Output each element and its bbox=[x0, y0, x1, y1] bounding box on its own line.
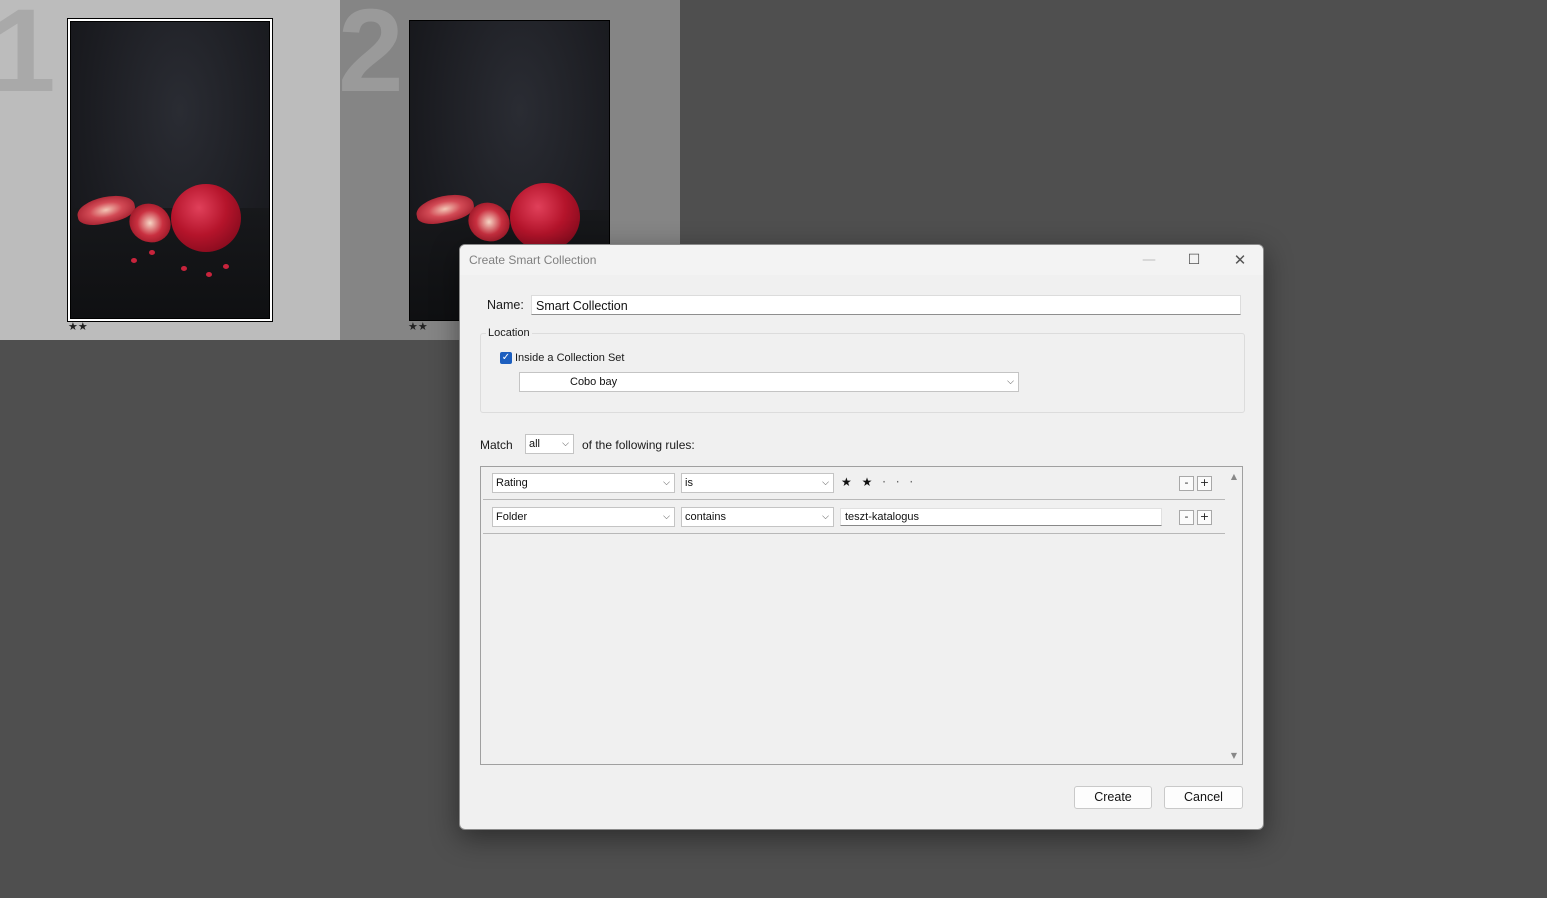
photo-thumbnail[interactable] bbox=[70, 21, 270, 319]
star-icon[interactable]: ★ ★ bbox=[841, 475, 875, 489]
chevron-down-icon: ⌵ bbox=[562, 439, 569, 449]
cell-index-number: 1 bbox=[0, 0, 56, 117]
add-rule-button[interactable]: + bbox=[1197, 476, 1212, 491]
seed bbox=[181, 266, 187, 271]
chevron-down-icon: ⌵ bbox=[822, 478, 829, 488]
chevron-down-icon: ⌵ bbox=[663, 478, 670, 488]
rule-row: Folder ⌵ contains ⌵ teszt-katalogus - + bbox=[483, 501, 1225, 534]
close-icon[interactable]: ✕ bbox=[1218, 248, 1262, 272]
remove-rule-button[interactable]: - bbox=[1179, 476, 1194, 491]
cancel-button[interactable]: Cancel bbox=[1164, 786, 1243, 809]
rule-field-value: Rating bbox=[496, 477, 528, 489]
seed bbox=[149, 250, 155, 255]
create-button[interactable]: Create bbox=[1074, 786, 1152, 809]
name-input[interactable]: Smart Collection bbox=[531, 295, 1241, 315]
chevron-down-icon: ⌵ bbox=[822, 512, 829, 522]
thumbnail-selection-frame bbox=[67, 18, 273, 322]
chevron-down-icon: ⌵ bbox=[1007, 377, 1014, 387]
collection-set-value: Cobo bay bbox=[570, 376, 618, 388]
rule-row: Rating ⌵ is ⌵ ★ ★ · · · - + bbox=[483, 467, 1225, 500]
rating-star-picker[interactable]: ★ ★ · · · bbox=[841, 475, 916, 489]
seed bbox=[131, 258, 137, 263]
pomegranate-whole bbox=[510, 183, 580, 251]
create-smart-collection-dialog: Create Smart Collection — ☐ ✕ Name: Smar… bbox=[459, 244, 1264, 830]
inside-collection-set-checkbox[interactable]: ✓ bbox=[500, 352, 512, 364]
pomegranate-whole bbox=[171, 184, 241, 252]
match-label: Match bbox=[480, 438, 513, 452]
remove-rule-button[interactable]: - bbox=[1179, 510, 1194, 525]
add-rule-button[interactable]: + bbox=[1197, 510, 1212, 525]
rating-stars[interactable]: ★★ bbox=[408, 320, 428, 333]
rule-value-input[interactable]: teszt-katalogus bbox=[840, 508, 1162, 526]
match-dropdown[interactable]: all ⌵ bbox=[525, 434, 574, 454]
empty-star-dots[interactable]: · · · bbox=[882, 475, 916, 489]
scroll-up-icon[interactable]: ▲ bbox=[1228, 472, 1240, 481]
rule-operator-value: is bbox=[685, 477, 693, 489]
grid-cell-1[interactable]: 1 ★★ bbox=[0, 0, 340, 340]
rule-operator-value: contains bbox=[685, 511, 726, 523]
location-legend: Location bbox=[486, 327, 532, 339]
inside-collection-set-label[interactable]: Inside a Collection Set bbox=[515, 352, 624, 364]
rule-field-dropdown[interactable]: Rating ⌵ bbox=[492, 473, 675, 493]
match-value: all bbox=[529, 438, 541, 450]
seed bbox=[206, 272, 212, 277]
seed bbox=[223, 264, 229, 269]
rule-operator-dropdown[interactable]: contains ⌵ bbox=[681, 507, 834, 527]
rule-operator-dropdown[interactable]: is ⌵ bbox=[681, 473, 834, 493]
name-label: Name: bbox=[487, 298, 524, 312]
rule-field-value: Folder bbox=[496, 511, 528, 523]
rating-stars[interactable]: ★★ bbox=[68, 320, 88, 333]
rules-label: of the following rules: bbox=[582, 438, 695, 452]
rule-field-dropdown[interactable]: Folder ⌵ bbox=[492, 507, 675, 527]
cell-index-number: 2 bbox=[340, 0, 404, 117]
title-bar[interactable]: Create Smart Collection — ☐ ✕ bbox=[460, 245, 1263, 275]
rules-list: Rating ⌵ is ⌵ ★ ★ · · · - + Folder ⌵ con… bbox=[480, 466, 1243, 765]
collection-set-dropdown[interactable]: Cobo bay ⌵ bbox=[519, 372, 1019, 392]
scroll-down-icon[interactable]: ▼ bbox=[1228, 751, 1240, 760]
dialog-title: Create Smart Collection bbox=[469, 253, 597, 267]
maximize-icon[interactable]: ☐ bbox=[1172, 248, 1216, 272]
minimize-icon[interactable]: — bbox=[1127, 248, 1171, 272]
chevron-down-icon: ⌵ bbox=[663, 512, 670, 522]
